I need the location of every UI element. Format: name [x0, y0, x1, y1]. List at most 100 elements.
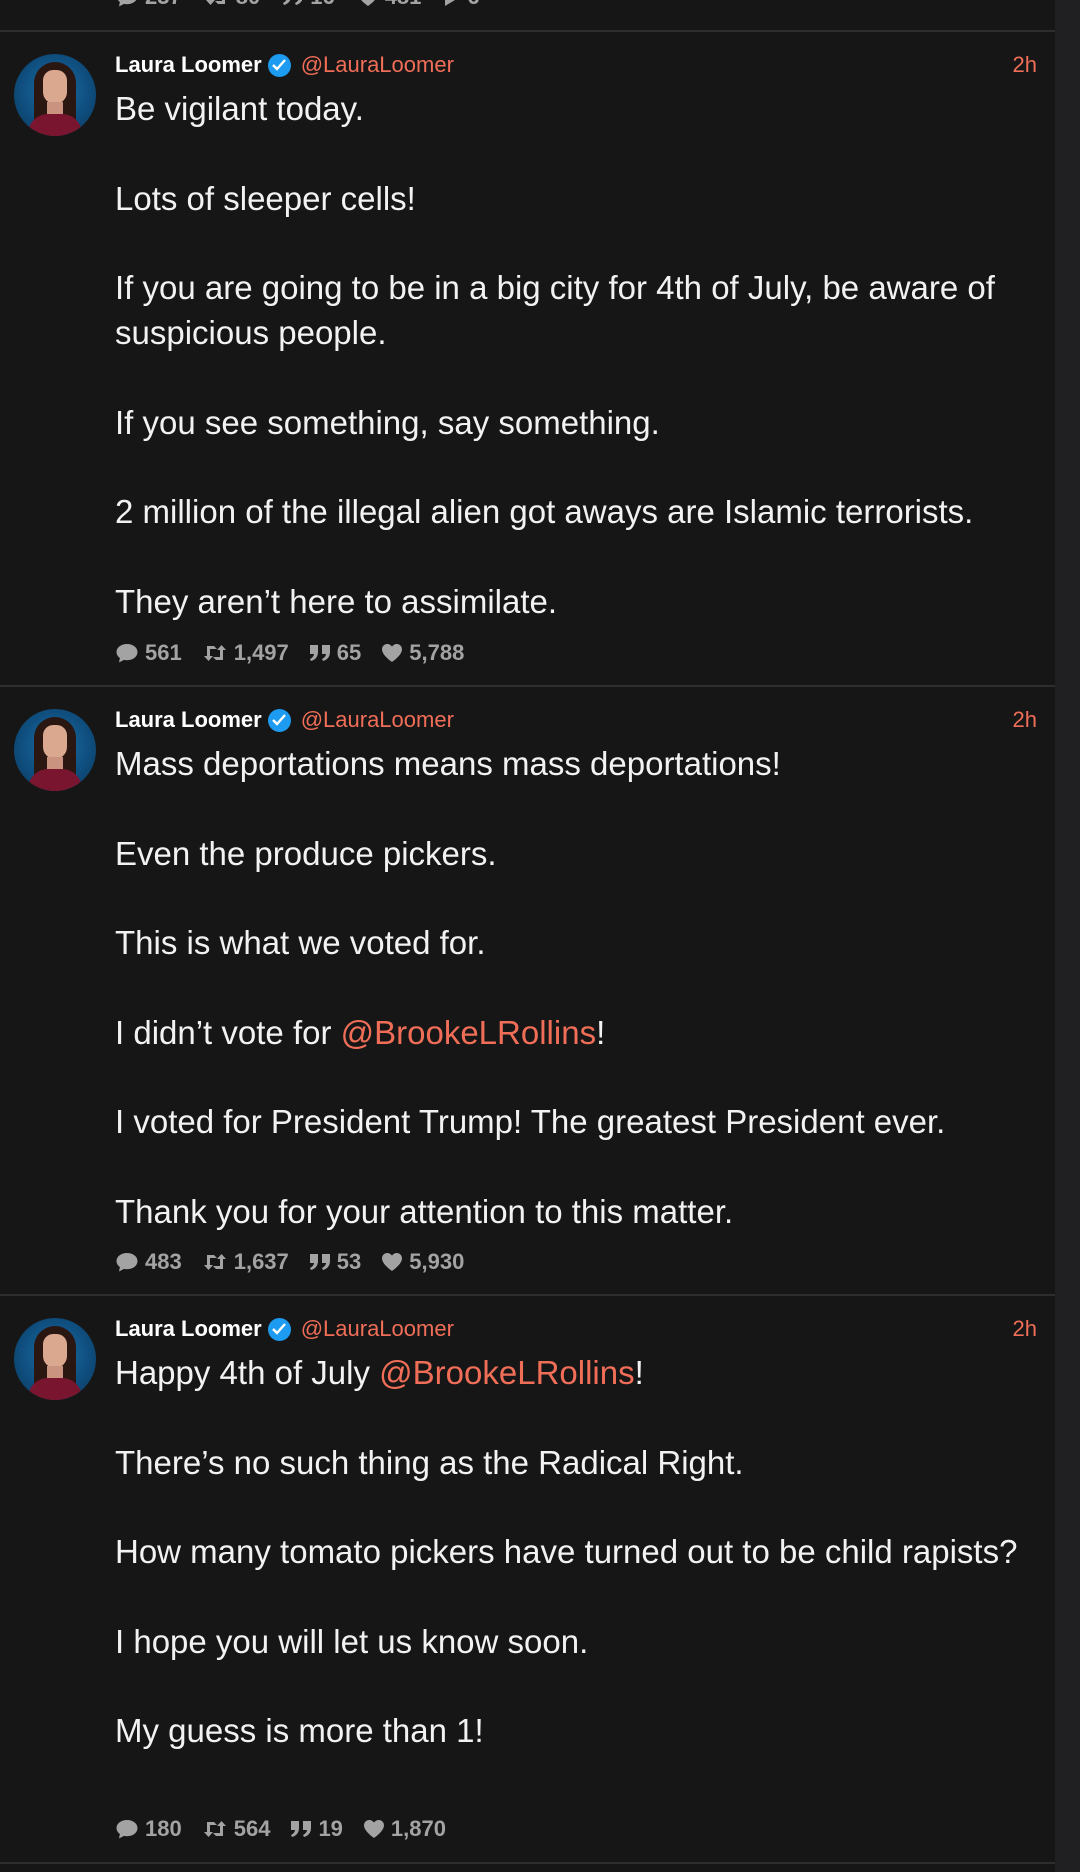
view-count: 6: [467, 0, 479, 10]
like-count: 5,930: [409, 1249, 465, 1274]
reply-stat[interactable]: 237: [115, 0, 182, 10]
post-body: Happy 4th of July @BrookeLRollins! There…: [115, 1351, 1045, 1754]
author-name[interactable]: Laura Loomer: [115, 1316, 262, 1342]
post-body: Mass deportations means mass deportation…: [115, 742, 1045, 1235]
post-paragraph: Be vigilant today.: [115, 90, 364, 127]
heart-icon: [382, 1253, 403, 1271]
post[interactable]: Laura Loomer @LauraLoomer 2h Be vigilant…: [0, 32, 1055, 685]
heart-icon: [382, 644, 403, 662]
quote-stat[interactable]: 65: [309, 640, 361, 666]
quote-count: 53: [336, 1249, 362, 1274]
repost-count: 1,637: [233, 1249, 289, 1274]
post-header: Laura Loomer @LauraLoomer 2h: [115, 50, 1037, 80]
post-divider: [0, 1862, 1055, 1864]
view-stat[interactable]: 6: [443, 0, 480, 10]
heart-icon: [360, 0, 375, 6]
quote-icon: [309, 645, 330, 661]
comment-icon: [117, 0, 137, 7]
post-paragraph: I hope you will let us know soon.: [115, 1622, 589, 1660]
repost-count: 80: [236, 0, 260, 10]
quote-stat[interactable]: 16: [282, 0, 335, 10]
post-paragraph: Thank you for your attention to this mat…: [115, 1192, 734, 1230]
avatar[interactable]: [14, 709, 96, 791]
reply-stat[interactable]: 561: [115, 640, 182, 666]
mention-link[interactable]: @BrookeLRollins: [341, 1014, 596, 1051]
partial-post-stats: 237 80 16 481 6: [115, 0, 480, 10]
reply-stat[interactable]: 483: [115, 1249, 182, 1275]
repost-stat[interactable]: 564: [202, 1816, 271, 1842]
repost-count: 1,497: [233, 640, 289, 665]
avatar[interactable]: [14, 54, 96, 136]
like-stat[interactable]: 481: [357, 0, 422, 10]
reply-count: 561: [145, 640, 182, 665]
post-paragraph: Happy 4th of July @BrookeLRollins!: [115, 1351, 1045, 1396]
post-header: Laura Loomer @LauraLoomer 2h: [115, 1314, 1037, 1344]
like-stat[interactable]: 5,788: [381, 640, 464, 666]
post-paragraph: I didn’t vote for @BrookeLRollins!: [115, 1011, 1045, 1056]
post-paragraph: This is what we voted for.: [115, 924, 486, 962]
post-body: Be vigilant today. Lots of sleeper cells…: [115, 87, 1045, 625]
reply-stat[interactable]: 180: [115, 1816, 182, 1842]
post-time[interactable]: 2h: [1013, 707, 1037, 733]
verified-badge-icon: [267, 708, 291, 732]
post-paragraph: Even the produce pickers.: [115, 834, 497, 872]
quote-icon: [309, 1254, 330, 1270]
repost-icon: [203, 1821, 226, 1837]
comment-icon: [116, 1253, 138, 1272]
post[interactable]: Laura Loomer @LauraLoomer 2h Mass deport…: [0, 687, 1055, 1294]
paragraph-text: !: [634, 1354, 644, 1391]
post-paragraph: Lots of sleeper cells!: [115, 179, 416, 217]
reply-count: 483: [145, 1249, 182, 1274]
post-stats: 483 1,637 53 5,930: [115, 1247, 464, 1277]
quote-stat[interactable]: 19: [290, 1816, 343, 1842]
like-count: 5,788: [409, 640, 465, 665]
repost-icon: [203, 1254, 226, 1270]
quote-count: 16: [310, 0, 334, 10]
comment-icon: [116, 1820, 138, 1839]
repost-count: 564: [233, 1816, 271, 1841]
like-count: 481: [385, 0, 422, 10]
mention-link[interactable]: @BrookeLRollins: [379, 1354, 634, 1391]
quote-icon: [291, 1821, 312, 1837]
post-time[interactable]: 2h: [1013, 52, 1037, 78]
reply-count: 180: [145, 1816, 182, 1841]
post-stats: 561 1,497 65 5,788: [115, 638, 464, 668]
author-handle[interactable]: @LauraLoomer: [301, 707, 454, 733]
scrollbar[interactable]: [1055, 0, 1080, 1872]
quote-count: 65: [336, 640, 362, 665]
reply-count: 237: [145, 0, 182, 10]
quote-count: 19: [318, 1816, 343, 1841]
avatar[interactable]: [14, 1318, 96, 1400]
paragraph-text: I didn’t vote for: [115, 1013, 341, 1051]
like-stat[interactable]: 1,870: [363, 1816, 446, 1842]
post-time[interactable]: 2h: [1013, 1316, 1037, 1342]
repost-icon: [203, 645, 226, 661]
view-icon: [445, 0, 456, 6]
post-paragraph: 2 million of the illegal alien got aways…: [115, 493, 974, 531]
paragraph-text: Happy 4th of July: [115, 1354, 380, 1391]
comment-icon: [116, 644, 138, 663]
repost-stat[interactable]: 1,637: [202, 1249, 289, 1275]
post-paragraph: How many tomato pickers have turned out …: [115, 1533, 1018, 1571]
quote-icon: [283, 0, 303, 5]
post[interactable]: Laura Loomer @LauraLoomer 2h Happy 4th o…: [0, 1296, 1055, 1861]
post-paragraph: There’s no such thing as the Radical Rig…: [115, 1443, 744, 1481]
repost-icon: [205, 0, 225, 5]
post-paragraph: My guess is more than 1!: [115, 1712, 484, 1750]
repost-stat[interactable]: 80: [204, 0, 260, 10]
post-paragraph: Mass deportations means mass deportation…: [115, 745, 781, 782]
verified-badge-icon: [267, 53, 291, 77]
quote-stat[interactable]: 53: [309, 1249, 361, 1275]
verified-badge-icon: [267, 1317, 291, 1341]
author-name[interactable]: Laura Loomer: [115, 707, 262, 733]
author-handle[interactable]: @LauraLoomer: [301, 1316, 454, 1342]
post-paragraph: If you see something, say something.: [115, 403, 660, 441]
repost-stat[interactable]: 1,497: [202, 640, 289, 666]
post-paragraph: If you are going to be in a big city for…: [115, 269, 995, 351]
paragraph-text: !: [596, 1013, 606, 1051]
like-stat[interactable]: 5,930: [381, 1249, 464, 1275]
like-count: 1,870: [390, 1816, 446, 1841]
author-handle[interactable]: @LauraLoomer: [301, 52, 454, 78]
post-stats: 180 564 19 1,870: [115, 1814, 446, 1844]
author-name[interactable]: Laura Loomer: [115, 52, 262, 78]
